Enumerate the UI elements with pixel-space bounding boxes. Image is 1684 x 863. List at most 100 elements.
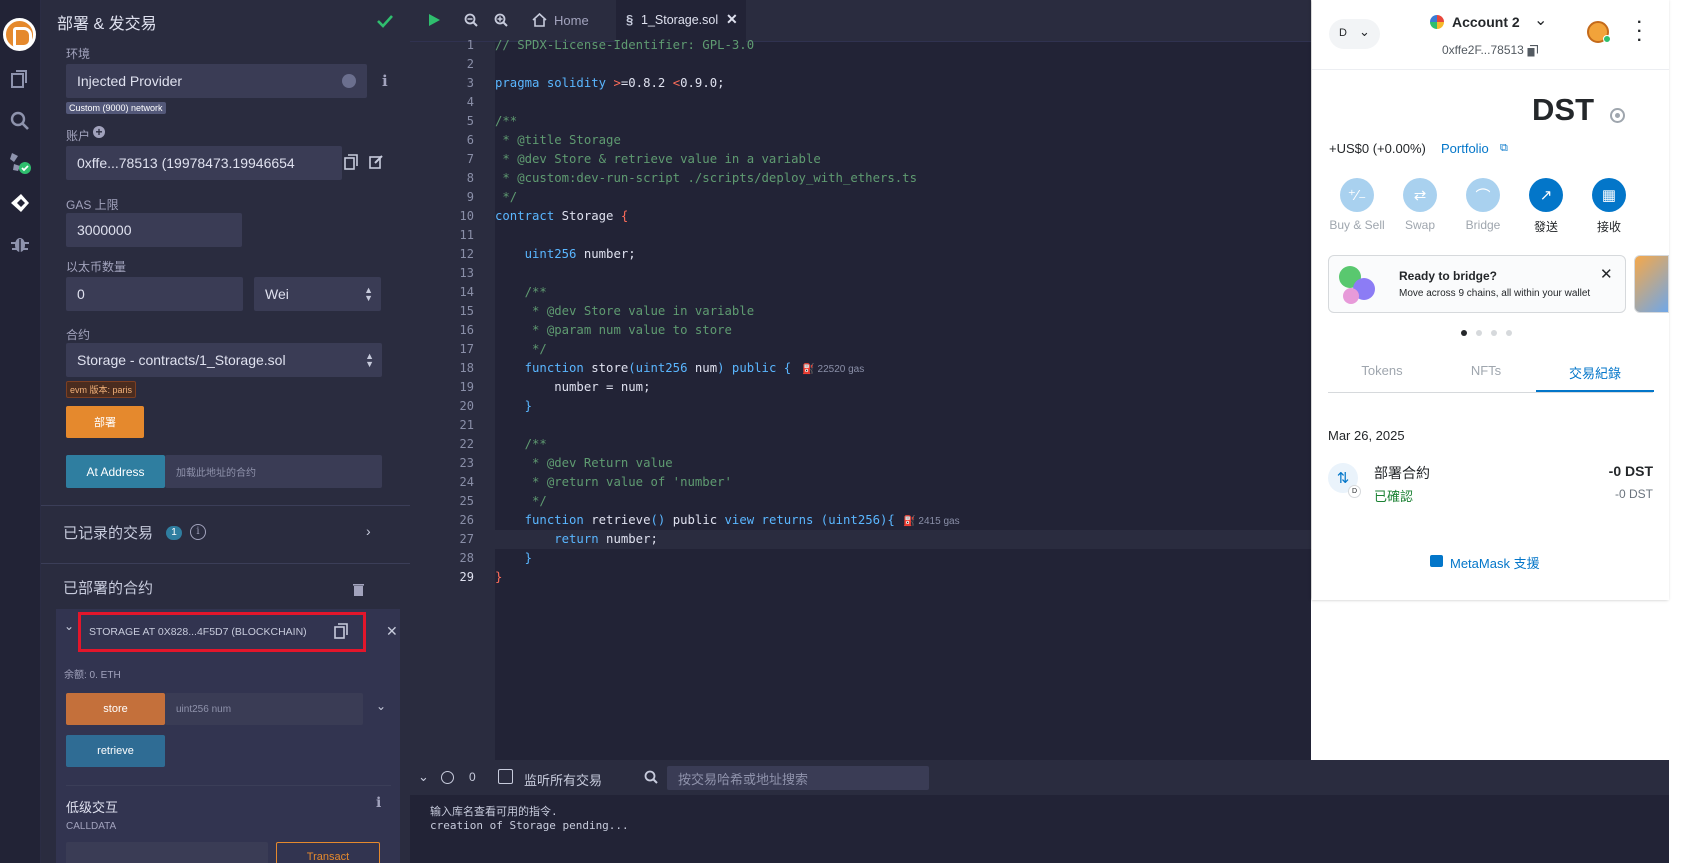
info-icon[interactable]: i bbox=[382, 72, 388, 90]
file-explorer-icon[interactable] bbox=[5, 64, 35, 94]
collapse-terminal-icon[interactable]: ⌄ bbox=[418, 769, 429, 785]
gas-limit-input[interactable]: 3000000 bbox=[66, 213, 242, 247]
divider bbox=[66, 785, 391, 786]
remix-logo[interactable] bbox=[3, 18, 36, 51]
activity-item[interactable]: ⇅ D 部署合約 已確認 -0 DST -0 DST bbox=[1328, 460, 1653, 510]
code-line: return number; bbox=[495, 532, 658, 546]
code-token: 0.9.0; bbox=[680, 76, 725, 90]
gas-estimate: ⛽ 22520 gas bbox=[791, 364, 865, 375]
chevron-down-icon[interactable]: ⌄ bbox=[1534, 10, 1547, 30]
line-number: 29 bbox=[459, 570, 474, 584]
code-line: // SPDX-License-Identifier: GPL-3.0 bbox=[495, 38, 755, 52]
copy-address-icon[interactable] bbox=[334, 623, 348, 644]
carousel-dot[interactable] bbox=[1506, 330, 1512, 336]
close-icon[interactable]: ✕ bbox=[1600, 265, 1613, 283]
console-line: 输入库名查看可用的指令. bbox=[430, 805, 558, 818]
tab-activity[interactable]: 交易紀錄 bbox=[1536, 363, 1654, 382]
line-number: 12 bbox=[459, 247, 474, 261]
store-button[interactable]: store bbox=[66, 693, 165, 725]
line-number: 19 bbox=[459, 380, 474, 394]
environment-select[interactable]: Injected Provider bbox=[66, 64, 367, 98]
tx-title: 部署合約 bbox=[1374, 465, 1430, 481]
carousel-dot-active[interactable] bbox=[1461, 330, 1467, 336]
line-number: 23 bbox=[459, 456, 474, 470]
bridge-action[interactable]: ⌒ Bridge bbox=[1453, 178, 1513, 232]
at-address-input[interactable]: 加载此地址的合约 bbox=[165, 455, 382, 488]
code-token: public bbox=[665, 513, 725, 527]
code-token: { bbox=[620, 209, 629, 223]
code-area[interactable]: // SPDX-License-Identifier: GPL-3.0 prag… bbox=[410, 0, 1311, 760]
send-arrow-icon: ↗ bbox=[1529, 178, 1563, 212]
contract-select[interactable]: Storage - contracts/1_Storage.sol ▲ ▼ bbox=[66, 343, 382, 377]
swap-action[interactable]: ⇄ Swap bbox=[1390, 178, 1450, 232]
search-icon[interactable] bbox=[5, 106, 35, 136]
panel-title: 部署 & 发交易 bbox=[57, 16, 157, 33]
line-number: 25 bbox=[459, 494, 474, 508]
fiat-change: +US$0 (+0.00%) bbox=[1329, 141, 1426, 156]
network-badge: Custom (9000) network bbox=[66, 102, 166, 114]
code-line: * @dev Return value bbox=[495, 456, 673, 470]
carousel-dot[interactable] bbox=[1476, 330, 1482, 336]
account-select[interactable]: 0xffe...78513 (19978473.19946654 bbox=[66, 146, 342, 180]
bridge-banner[interactable]: Ready to bridge? Move across 9 chains, a… bbox=[1328, 255, 1626, 313]
close-icon[interactable]: ✕ bbox=[386, 623, 398, 640]
add-account-icon[interactable]: + bbox=[93, 126, 105, 138]
chevron-down-icon[interactable]: ⌄ bbox=[376, 699, 386, 713]
bridge-banner-image bbox=[1335, 262, 1381, 308]
transact-button[interactable]: Transact bbox=[276, 842, 380, 863]
chevron-down-icon[interactable]: ⌄ bbox=[64, 619, 74, 633]
account-name[interactable]: Account 2 bbox=[1452, 14, 1520, 30]
send-action[interactable]: ↗ 發送 bbox=[1516, 178, 1576, 235]
compiler-icon[interactable] bbox=[5, 148, 35, 178]
chevron-right-icon[interactable]: › bbox=[366, 523, 371, 539]
recorded-tx-label[interactable]: 已记录的交易 bbox=[63, 522, 153, 543]
network-picker[interactable]: D ⌄ bbox=[1329, 19, 1380, 49]
instance-title[interactable]: STORAGE AT 0X828...4F5D7 (BLOCKCHAIN) bbox=[89, 626, 307, 638]
eye-icon[interactable] bbox=[1610, 108, 1625, 123]
external-link-icon[interactable]: ⧉ bbox=[1500, 142, 1508, 155]
store-input[interactable]: uint256 num bbox=[165, 693, 363, 725]
check-icon bbox=[377, 14, 393, 33]
balance-display: DST bbox=[1532, 92, 1594, 127]
code-line: contract Storage { bbox=[495, 209, 628, 223]
support-link[interactable]: MetaMask 支援 bbox=[1450, 553, 1540, 572]
trash-icon[interactable] bbox=[353, 583, 364, 601]
edit-account-icon[interactable] bbox=[369, 154, 384, 174]
tab-nfts[interactable]: NFTs bbox=[1436, 363, 1536, 378]
retrieve-button[interactable]: retrieve bbox=[66, 735, 165, 767]
copy-account-icon[interactable] bbox=[344, 154, 358, 175]
buy-sell-action[interactable]: ⁺⁄₋ Buy & Sell bbox=[1327, 178, 1387, 232]
connected-site-icon[interactable] bbox=[1587, 21, 1611, 43]
portfolio-link[interactable]: Portfolio bbox=[1441, 141, 1489, 156]
code-line: pragma solidity >=0.8.2 <0.9.0; bbox=[495, 76, 725, 90]
listen-checkbox[interactable] bbox=[498, 769, 513, 784]
calldata-input[interactable] bbox=[66, 842, 268, 863]
code-token: public bbox=[724, 361, 784, 375]
carousel-dot[interactable] bbox=[1491, 330, 1497, 336]
code-line: * @title Storage bbox=[495, 133, 621, 147]
value-input[interactable]: 0 bbox=[66, 277, 243, 311]
tab-tokens[interactable]: Tokens bbox=[1328, 363, 1436, 378]
code-token: (uint256){ bbox=[820, 513, 895, 527]
action-label: 接收 bbox=[1596, 220, 1621, 234]
value-unit: Wei bbox=[265, 286, 289, 302]
kebab-menu-icon[interactable]: · · · bbox=[1637, 15, 1642, 49]
account-avatar[interactable] bbox=[1430, 15, 1444, 29]
at-address-button[interactable]: At Address bbox=[66, 455, 165, 488]
value-unit-select[interactable]: Wei ▲ ▼ bbox=[254, 277, 381, 311]
deploy-button[interactable]: 部署 bbox=[66, 406, 144, 438]
buy-sell-icon: ⁺⁄₋ bbox=[1340, 178, 1374, 212]
clear-console-icon[interactable] bbox=[441, 771, 454, 784]
debugger-icon[interactable] bbox=[5, 229, 35, 259]
receive-action[interactable]: ▦ 接收 bbox=[1579, 178, 1639, 235]
chevron-down-icon: ⌄ bbox=[1359, 24, 1370, 39]
copy-icon[interactable] bbox=[1527, 44, 1539, 62]
code-line: function store(uint256 num) public { ⛽ 2… bbox=[495, 361, 865, 375]
line-number: 28 bbox=[459, 551, 474, 565]
info-icon[interactable]: i bbox=[376, 795, 381, 811]
code-token: num bbox=[687, 361, 718, 375]
deploy-run-icon[interactable] bbox=[5, 188, 35, 218]
info-icon[interactable]: i bbox=[190, 524, 206, 540]
tx-search-input[interactable]: 按交易哈希或地址搜索 bbox=[667, 766, 929, 790]
next-banner-preview[interactable] bbox=[1634, 255, 1669, 313]
